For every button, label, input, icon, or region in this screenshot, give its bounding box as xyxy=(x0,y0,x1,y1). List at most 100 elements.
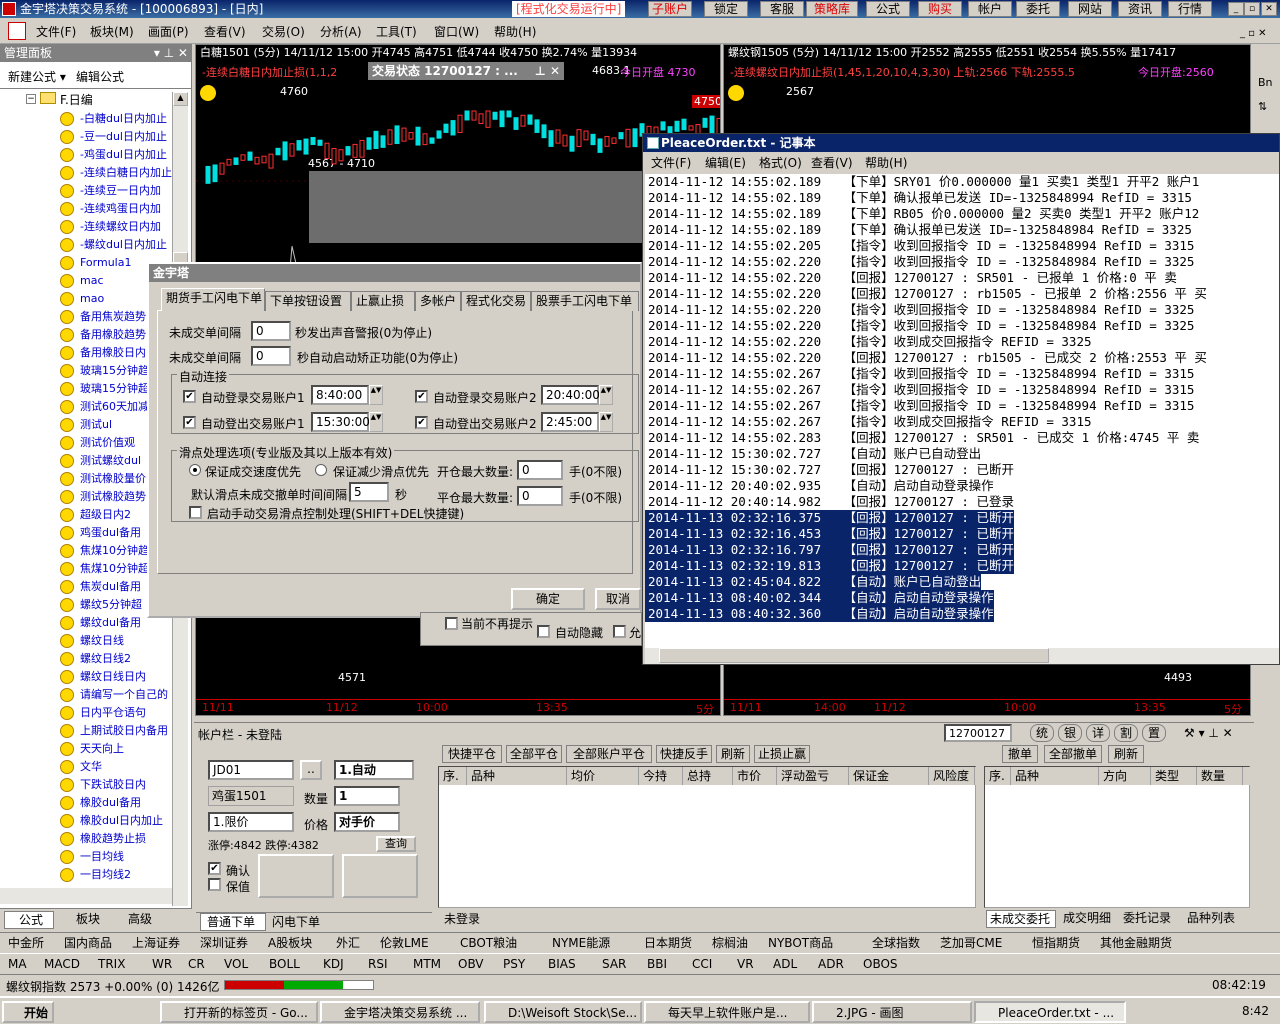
log-line[interactable]: 2014-11-12 14:55:02.220 【指令】收到回报指令 ID = … xyxy=(645,302,1279,318)
right-toolbar-arrows-icon[interactable]: ⇅ xyxy=(1258,100,1267,113)
formula-item[interactable]: 日内平仓语句 xyxy=(60,704,172,722)
top-button-4[interactable]: 策略库 xyxy=(806,1,858,17)
unfilled-interval-input-1[interactable]: 0 xyxy=(251,321,291,341)
taskbar-task[interactable]: PleaceOrder.txt - ... xyxy=(974,1001,1126,1023)
auto-login-2-checkbox[interactable]: ✔ xyxy=(415,390,428,403)
menu-item-6[interactable]: 分析(A) xyxy=(320,23,362,40)
log-line[interactable]: 2014-11-12 14:55:02.220 【指令】收到回报指令 ID = … xyxy=(645,254,1279,270)
market-tab[interactable]: 恒指期货 xyxy=(1032,934,1080,952)
orders-tab[interactable]: 品种列表 xyxy=(1184,910,1242,928)
indicator-tab[interactable]: OBV xyxy=(458,955,484,973)
indicator-tab[interactable]: KDJ xyxy=(323,955,344,973)
log-line[interactable]: 2014-11-12 14:55:02.220 【指令】收到回报指令 ID = … xyxy=(645,318,1279,334)
formula-item[interactable]: 橡胶趋势止损 xyxy=(60,830,172,848)
market-tab[interactable]: 外汇 xyxy=(336,934,360,952)
orders-tab[interactable]: 未成交委托 xyxy=(986,910,1056,928)
market-tab[interactable]: NYME能源 xyxy=(552,934,610,952)
spinner-arrows-icon[interactable]: ▲▼ xyxy=(369,385,383,405)
account-toolbar-button[interactable]: 统 xyxy=(1030,724,1054,742)
account-select[interactable]: 12700127 xyxy=(944,724,1012,742)
formula-item[interactable]: -连续白糖日内加止 xyxy=(60,164,172,182)
panel-close-icon[interactable]: ▾ ⊥ ✕ xyxy=(154,44,188,62)
formula-item[interactable]: -连续豆一日内加 xyxy=(60,182,172,200)
indicator-tab[interactable]: VOL xyxy=(224,955,248,973)
positions-table[interactable]: 序. 品种 均价 今持 总持 市价 浮动盈亏 保证金 风险度 xyxy=(438,766,977,908)
top-button-7[interactable]: 帐户 xyxy=(968,1,1012,17)
positions-button[interactable]: 全部平仓 xyxy=(506,745,562,763)
taskbar-task[interactable]: 金宇塔决策交易系统 ... xyxy=(320,1001,480,1023)
spinner-arrows-icon[interactable]: ▲▼ xyxy=(369,412,383,432)
log-line[interactable]: 2014-11-12 20:40:02.935 【自动】启动自动登录操作 xyxy=(645,478,1279,494)
indicator-tab[interactable]: TRIX xyxy=(98,955,125,973)
orders-column-header[interactable]: 方向 xyxy=(1099,767,1151,785)
orders-button[interactable]: 刷新 xyxy=(1108,745,1144,763)
tree-hscrollbar[interactable] xyxy=(0,888,172,904)
market-tab[interactable]: NYBOT商品 xyxy=(768,934,833,952)
positions-column-header[interactable]: 均价 xyxy=(567,767,639,785)
indicator-tab[interactable]: RSI xyxy=(368,955,388,973)
notepad-menu-item[interactable]: 查看(V) xyxy=(811,154,853,171)
auto-login-1-checkbox[interactable]: ✔ xyxy=(183,390,196,403)
taskbar-task[interactable]: 每天早上软件账户是... xyxy=(644,1001,810,1023)
formula-item[interactable]: 螺纹日线 xyxy=(60,632,172,650)
taskbar-task[interactable]: 打开新的标签页 - Go... xyxy=(160,1001,318,1023)
market-tab[interactable]: 棕榈油 xyxy=(712,934,748,952)
notepad-text-area[interactable]: 2014-11-12 14:55:02.189 【下单】SRY01 价0.000… xyxy=(645,174,1279,652)
formula-item[interactable]: 上期试胶日内备用 xyxy=(60,722,172,740)
ok-button[interactable]: 确定 xyxy=(511,588,585,610)
formula-item[interactable]: -豆一dul日内加止 xyxy=(60,128,172,146)
confirm-checkbox[interactable]: ✔ xyxy=(208,862,221,875)
right-toolbar-bn-icon[interactable]: Bn xyxy=(1258,76,1273,89)
positions-button[interactable]: 快捷平仓 xyxy=(442,745,502,763)
account-bar-controls-icon[interactable]: ⚒ ▾ ⊥ ✕ xyxy=(1184,726,1233,740)
log-line[interactable]: 2014-11-12 15:30:02.727 【自动】账户已自动登出 xyxy=(645,446,1279,462)
indicator-tab[interactable]: BBI xyxy=(647,955,667,973)
indicator-tab[interactable]: BIAS xyxy=(548,955,576,973)
auto-logout-2-checkbox[interactable]: ✔ xyxy=(415,416,428,429)
taskbar-task[interactable]: 2.JPG - 画图 xyxy=(812,1001,972,1023)
market-tab[interactable]: A股板块 xyxy=(268,934,312,952)
notepad-menu-item[interactable]: 编辑(E) xyxy=(705,154,746,171)
auto-logout-1-checkbox[interactable]: ✔ xyxy=(183,416,196,429)
notepad-menu-item[interactable]: 帮助(H) xyxy=(865,154,907,171)
spinner-arrows-icon[interactable]: ▲▼ xyxy=(599,412,613,432)
positions-button[interactable]: 全部账户平仓 xyxy=(566,745,652,763)
log-line[interactable]: 2014-11-12 14:55:02.267 【指令】收到回报指令 ID = … xyxy=(645,398,1279,414)
auto-logout-2-time[interactable]: 2:45:00 xyxy=(541,412,599,432)
minimize-button[interactable]: _ xyxy=(1228,2,1244,16)
keep-checkbox[interactable] xyxy=(208,878,221,891)
formula-item[interactable]: 一目均线2 xyxy=(60,866,172,884)
auto-login-1-time[interactable]: 8:40:00 xyxy=(311,385,369,405)
formula-item[interactable]: 一目均线 xyxy=(60,848,172,866)
tab-advanced[interactable]: 高级 xyxy=(112,911,152,927)
account-toolbar-button[interactable]: 置 xyxy=(1142,724,1166,742)
log-line[interactable]: 2014-11-13 02:32:16.453 【回报】12700127 : 已… xyxy=(645,526,1014,542)
top-button-8[interactable]: 委托 xyxy=(1016,1,1060,17)
indicator-tab[interactable]: BOLL xyxy=(269,955,300,973)
edit-formula-button[interactable]: 编辑公式 xyxy=(76,68,124,85)
dialog-tab[interactable]: 多帐户 xyxy=(415,291,461,311)
formula-item[interactable]: 橡胶dul备用 xyxy=(60,794,172,812)
formula-item[interactable]: -白糖dul日内加止 xyxy=(60,110,172,128)
formula-item[interactable]: -鸡蛋dul日内加止 xyxy=(60,146,172,164)
market-tab[interactable]: CBOT粮油 xyxy=(460,934,517,952)
new-formula-button[interactable]: 新建公式 ▾ xyxy=(8,68,66,85)
account-toolbar-button[interactable]: 详 xyxy=(1086,724,1110,742)
indicator-tab[interactable]: MA xyxy=(8,955,27,973)
market-tab[interactable]: 日本期货 xyxy=(644,934,692,952)
formula-item[interactable]: -螺纹dul日内加止 xyxy=(60,236,172,254)
formula-item[interactable]: 文华 xyxy=(60,758,172,776)
dialog-tab[interactable]: 股票手工闪电下单 xyxy=(531,291,639,311)
menu-item-1[interactable]: 文件(F) xyxy=(36,23,76,40)
log-line[interactable]: 2014-11-13 08:40:02.344 【自动】启动自动登录操作 xyxy=(645,590,994,606)
speed-priority-radio[interactable] xyxy=(189,464,201,476)
log-line[interactable]: 2014-11-12 14:55:02.220 【回报】12700127 : r… xyxy=(645,350,1279,366)
auto-login-2-time[interactable]: 20:40:00 xyxy=(541,385,600,405)
orders-button[interactable]: 全部撤单 xyxy=(1044,745,1102,763)
log-line[interactable]: 2014-11-12 14:55:02.189 【下单】确认报单已发送 ID=-… xyxy=(645,190,1279,206)
market-tab[interactable]: 中金所 xyxy=(8,934,44,952)
menu-item-4[interactable]: 查看(V) xyxy=(204,23,246,40)
formula-item[interactable]: 橡胶dul日内加止 xyxy=(60,812,172,830)
formula-item[interactable]: 下跌试胶日内 xyxy=(60,776,172,794)
query-button[interactable]: 查询 xyxy=(376,836,416,852)
